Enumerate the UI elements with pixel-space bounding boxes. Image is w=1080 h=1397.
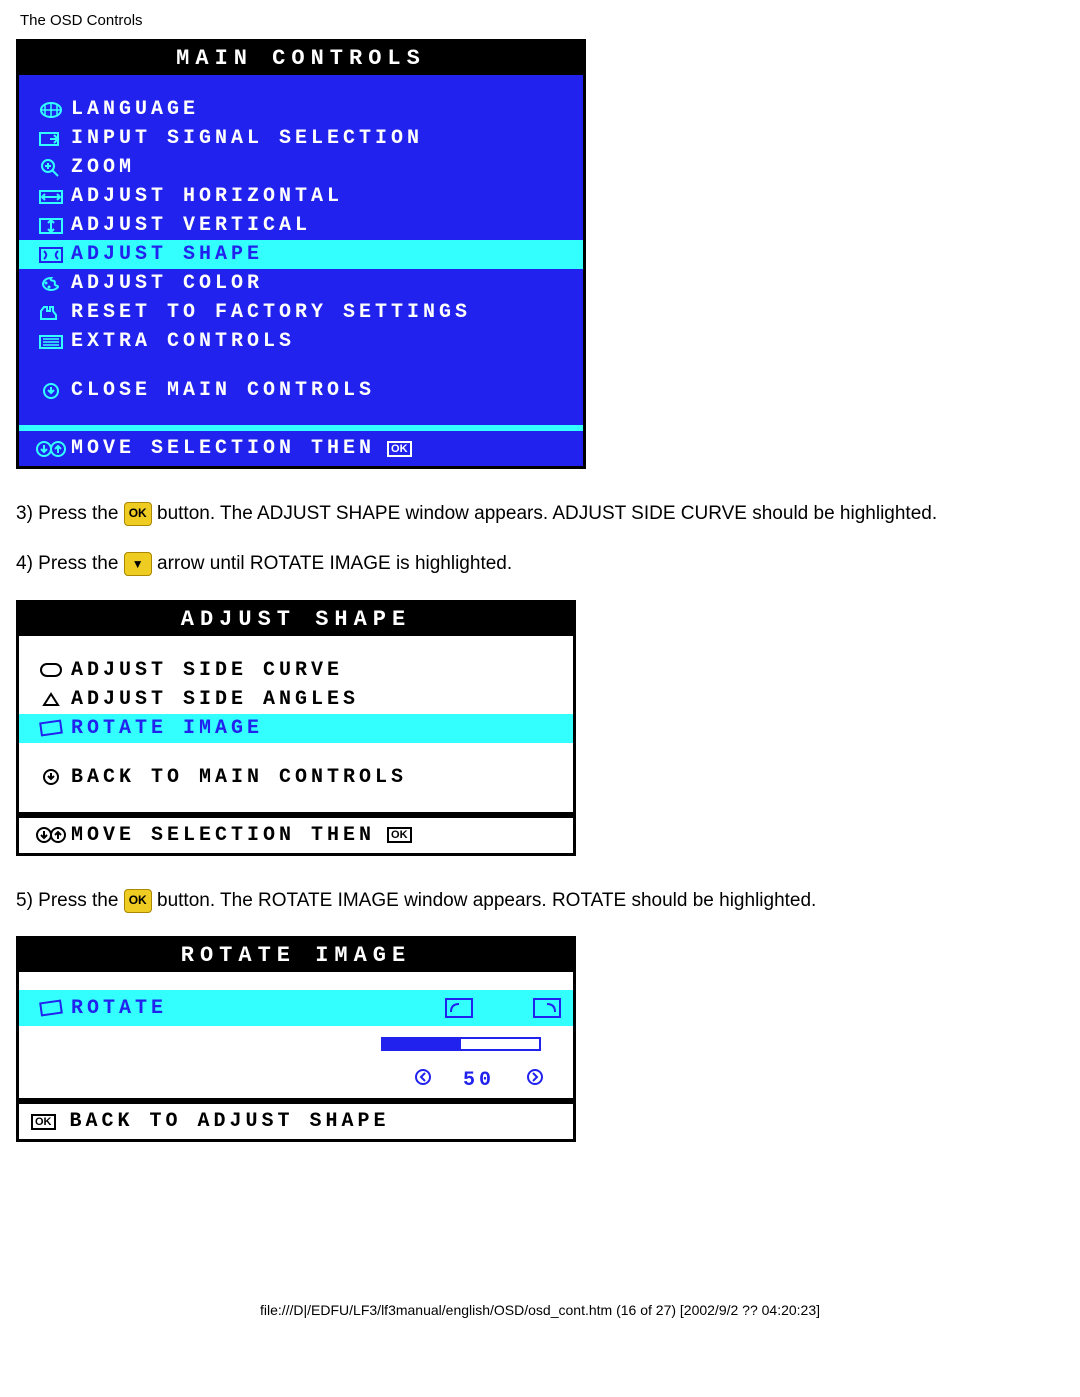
extra-controls-icon: [31, 333, 71, 351]
rotate-icon: [31, 999, 71, 1017]
adjust-color-icon: [31, 275, 71, 293]
footer-hint-text: MOVE SELECTION THEN: [71, 824, 375, 847]
menu-item-language[interactable]: LANGUAGE: [19, 95, 583, 124]
instruction-5a: 5) Press the: [16, 890, 124, 911]
menu-label: ADJUST COLOR: [71, 272, 263, 295]
footer-hint-text: MOVE SELECTION THEN: [71, 437, 375, 460]
rotate-value: 50: [463, 1069, 495, 1092]
back-to-adjust-shape[interactable]: BACK TO ADJUST SHAPE: [70, 1110, 390, 1133]
adjust-horizontal-icon: [31, 188, 71, 206]
menu-item-input-signal[interactable]: INPUT SIGNAL SELECTION: [19, 124, 583, 153]
menu-label: ZOOM: [71, 156, 135, 179]
instruction-3a: 3) Press the: [16, 503, 124, 524]
input-signal-icon: [31, 130, 71, 148]
factory-reset-icon: [31, 304, 71, 322]
up-down-arrows-icon: [31, 440, 71, 458]
menu-item-adjust-horizontal[interactable]: ADJUST HORIZONTAL: [19, 182, 583, 211]
ok-button-icon: OK: [124, 889, 152, 913]
side-curve-icon: [31, 661, 71, 679]
menu-item-extra-controls[interactable]: EXTRA CONTROLS: [19, 327, 583, 356]
rotate-left-limit-icon: [445, 998, 473, 1018]
menu-label: ADJUST HORIZONTAL: [71, 185, 343, 208]
down-arrow-button-icon: ▼: [124, 552, 152, 576]
menu-label: ROTATE IMAGE: [71, 717, 263, 740]
rotate-label: ROTATE: [71, 997, 167, 1020]
rotate-footer: OK BACK TO ADJUST SHAPE: [19, 1098, 573, 1139]
ok-icon: OK: [31, 1114, 56, 1130]
down-arrow-icon: [31, 382, 71, 400]
back-label: BACK TO MAIN CONTROLS: [71, 766, 407, 789]
zoom-icon: [31, 158, 71, 178]
menu-item-side-curve[interactable]: ADJUST SIDE CURVE: [19, 656, 573, 685]
menu-item-adjust-shape[interactable]: ADJUST SHAPE: [19, 240, 583, 269]
instruction-4a: 4) Press the: [16, 553, 124, 574]
footer-file-path: file:///D|/EDFU/LF3/lf3manual/english/OS…: [16, 1302, 1064, 1318]
instruction-4b: arrow until ROTATE IMAGE is highlighted.: [157, 553, 512, 574]
main-controls-panel: MAIN CONTROLS LANGUAGE INPUT SIGNAL SELE…: [16, 39, 586, 469]
main-controls-title: MAIN CONTROLS: [19, 42, 583, 75]
adjust-shape-panel: ADJUST SHAPE ADJUST SIDE CURVE ADJUST SI…: [16, 600, 576, 856]
ok-button-icon: OK: [124, 502, 152, 526]
menu-item-adjust-color[interactable]: ADJUST COLOR: [19, 269, 583, 298]
rotate-option[interactable]: ROTATE: [19, 990, 573, 1026]
adjust-vertical-icon: [31, 217, 71, 235]
menu-label: LANGUAGE: [71, 98, 199, 121]
menu-item-adjust-vertical[interactable]: ADJUST VERTICAL: [19, 211, 583, 240]
rotate-image-title: ROTATE IMAGE: [19, 939, 573, 972]
main-footer-hint: MOVE SELECTION THEN OK: [19, 425, 583, 466]
menu-item-side-angles[interactable]: ADJUST SIDE ANGLES: [19, 685, 573, 714]
rotate-image-panel: ROTATE IMAGE ROTATE 50 OK BACK TO ADJUST…: [16, 936, 576, 1142]
side-angles-icon: [31, 690, 71, 708]
slider-row: [19, 1026, 573, 1062]
menu-label: INPUT SIGNAL SELECTION: [71, 127, 423, 150]
menu-label: ADJUST SHAPE: [71, 243, 263, 266]
down-arrow-icon: [31, 768, 71, 786]
instruction-4: 4) Press the ▼ arrow until ROTATE IMAGE …: [16, 549, 1064, 579]
menu-label: EXTRA CONTROLS: [71, 330, 295, 353]
ok-icon: OK: [387, 441, 412, 457]
menu-label: ADJUST SIDE CURVE: [71, 659, 343, 682]
instruction-3b: button. The ADJUST SHAPE window appears.…: [157, 503, 937, 524]
instruction-5b: button. The ROTATE IMAGE window appears.…: [157, 890, 816, 911]
up-down-arrows-icon: [31, 826, 71, 844]
rotate-right-limit-icon: [533, 998, 561, 1018]
menu-item-rotate-image[interactable]: ROTATE IMAGE: [19, 714, 573, 743]
menu-label: ADJUST SIDE ANGLES: [71, 688, 359, 711]
language-icon: [31, 101, 71, 119]
adjust-shape-icon: [31, 246, 71, 264]
adjust-shape-title: ADJUST SHAPE: [19, 603, 573, 636]
rotate-slider[interactable]: [381, 1037, 541, 1051]
ok-icon: OK: [387, 827, 412, 843]
close-label: CLOSE MAIN CONTROLS: [71, 379, 375, 402]
menu-label: ADJUST VERTICAL: [71, 214, 311, 237]
adjust-shape-footer: MOVE SELECTION THEN OK: [19, 812, 573, 853]
close-main-controls[interactable]: CLOSE MAIN CONTROLS: [19, 376, 583, 405]
menu-item-reset-factory[interactable]: RESET TO FACTORY SETTINGS: [19, 298, 583, 327]
back-to-main[interactable]: BACK TO MAIN CONTROLS: [19, 763, 573, 792]
instruction-3: 3) Press the OK button. The ADJUST SHAPE…: [16, 499, 1064, 529]
left-arrow-icon[interactable]: [413, 1068, 433, 1093]
right-arrow-icon[interactable]: [525, 1068, 545, 1093]
menu-label: RESET TO FACTORY SETTINGS: [71, 301, 471, 324]
rotate-image-icon: [31, 719, 71, 737]
instruction-5: 5) Press the OK button. The ROTATE IMAGE…: [16, 886, 1064, 916]
menu-item-zoom[interactable]: ZOOM: [19, 153, 583, 182]
page-title: The OSD Controls: [20, 12, 1064, 29]
value-row: 50: [19, 1062, 573, 1098]
